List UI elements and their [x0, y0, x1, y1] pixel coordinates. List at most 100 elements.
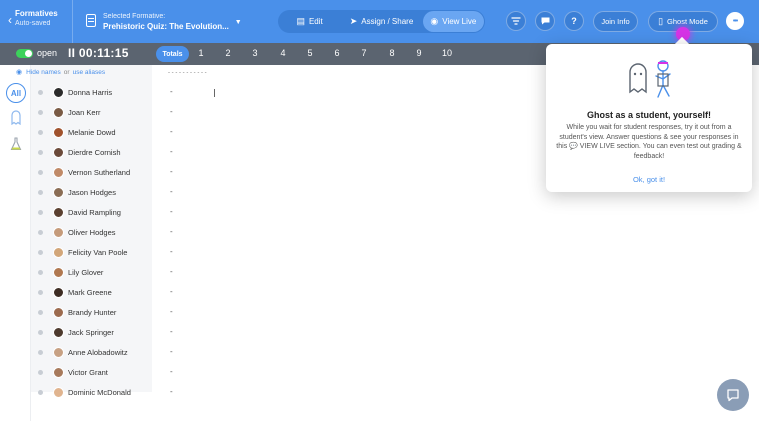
avatar: [53, 246, 64, 258]
avatar: [53, 166, 64, 178]
avatar: [53, 226, 64, 238]
use-aliases-link[interactable]: use aliases: [73, 69, 106, 76]
popup-body: While you wait for student responses, tr…: [556, 124, 742, 160]
open-status-label: open: [37, 48, 58, 58]
autosave-status: Auto-saved: [15, 20, 51, 27]
session-timer[interactable]: II 00:11:15: [68, 46, 129, 60]
student-score[interactable]: -: [170, 347, 173, 356]
student-score[interactable]: -: [170, 227, 173, 236]
student-row[interactable]: David Rampling: [31, 202, 152, 222]
more-icon: •••: [732, 17, 738, 25]
question-tab-3[interactable]: 3: [248, 48, 262, 58]
support-chat-button[interactable]: [717, 379, 749, 411]
question-icon: ?: [571, 16, 577, 26]
student-score[interactable]: -: [170, 167, 173, 176]
status-dot: [38, 89, 43, 95]
student-score[interactable]: -: [170, 367, 173, 376]
student-row[interactable]: Dierdre Cornish: [31, 142, 152, 162]
student-score[interactable]: -: [170, 307, 173, 316]
edit-icon: ▤: [296, 16, 305, 26]
student-row[interactable]: Jason Hodges: [31, 182, 152, 202]
student-name: Victor Grant: [68, 367, 108, 377]
student-score[interactable]: -: [170, 247, 173, 256]
student-row[interactable]: Victor Grant: [31, 362, 152, 382]
student-score[interactable]: -: [170, 127, 173, 136]
student-row[interactable]: Vernon Sutherland: [31, 162, 152, 182]
chat-bubble-icon: [727, 389, 739, 402]
student-name: Felicity Van Poole: [68, 247, 128, 257]
caret-down-icon: ▼: [234, 19, 242, 26]
student-score[interactable]: -: [170, 387, 173, 396]
student-score[interactable]: -: [170, 287, 173, 296]
formative-selector[interactable]: Selected Formative: Prehistoric Quiz: Th…: [86, 12, 242, 32]
student-row[interactable]: Joan Kerr: [31, 102, 152, 122]
filter-all-button[interactable]: All: [6, 83, 26, 103]
tab-edit[interactable]: ▤ Edit: [279, 11, 340, 32]
student-row[interactable]: Lily Glover: [31, 262, 152, 282]
student-score[interactable]: -: [170, 187, 173, 196]
open-toggle[interactable]: [16, 49, 33, 58]
student-row[interactable]: Oliver Hodges: [31, 222, 152, 242]
question-tab-1[interactable]: 1: [194, 48, 208, 58]
question-tab-5[interactable]: 5: [303, 48, 317, 58]
student-name: Brandy Hunter: [68, 307, 117, 317]
student-score[interactable]: -: [170, 267, 173, 276]
popup-title: Ghost as a student, yourself!: [586, 110, 712, 120]
avatar: [53, 266, 64, 278]
student-row[interactable]: Dominic McDonald: [31, 382, 152, 402]
student-score[interactable]: -: [170, 107, 173, 116]
student-name: Donna Harris: [68, 87, 113, 97]
avatar: [53, 386, 64, 398]
student-row[interactable]: Melanie Dowd: [31, 122, 152, 142]
student-score[interactable]: -: [170, 327, 173, 336]
student-name: David Rampling: [68, 207, 121, 217]
more-options-button[interactable]: •••: [726, 12, 744, 30]
document-icon: [86, 14, 96, 27]
formative-label: Selected Formative:: [103, 13, 166, 20]
student-row[interactable]: Felicity Van Poole: [31, 242, 152, 262]
status-dot: [38, 109, 43, 115]
student-score[interactable]: -: [170, 147, 173, 156]
student-row[interactable]: Brandy Hunter: [31, 302, 152, 322]
student-row[interactable]: Anne Alobadowitz: [31, 342, 152, 362]
status-dot: [38, 169, 43, 175]
student-row[interactable]: Jack Springer: [31, 322, 152, 342]
status-dot: [38, 269, 43, 275]
question-tab-10[interactable]: 10: [440, 48, 454, 58]
avatar: [53, 186, 64, 198]
text-cursor: [214, 89, 215, 97]
help-button[interactable]: ?: [564, 11, 584, 31]
chevron-left-icon: ‹: [8, 13, 12, 27]
ghost-mode-label: Ghost Mode: [667, 17, 708, 26]
join-info-button[interactable]: Join Info: [593, 11, 638, 32]
tab-view-live[interactable]: ◉ View Live: [422, 11, 484, 32]
feedback-button[interactable]: [535, 11, 555, 31]
student-score[interactable]: -: [170, 87, 173, 96]
question-tab-8[interactable]: 8: [385, 48, 399, 58]
filter-icon: [511, 17, 521, 25]
totals-tab[interactable]: Totals: [156, 46, 189, 62]
question-tab-9[interactable]: 9: [412, 48, 426, 58]
back-to-formatives-button[interactable]: ‹ Formatives Auto-saved: [8, 9, 58, 28]
status-dot: [38, 229, 43, 235]
header-divider: [72, 0, 73, 43]
status-dot: [38, 309, 43, 315]
send-icon: ➤: [349, 16, 358, 26]
avatar: [53, 286, 64, 298]
student-row[interactable]: Donna Harris: [31, 82, 152, 102]
question-tab-6[interactable]: 6: [330, 48, 344, 58]
hide-names-link[interactable]: Hide names: [26, 69, 61, 76]
status-dot: [38, 369, 43, 375]
question-tab-7[interactable]: 7: [357, 48, 371, 58]
student-score[interactable]: -: [170, 207, 173, 216]
filter-button[interactable]: [506, 11, 526, 31]
tab-assign-share[interactable]: ➤ Assign / Share: [340, 11, 423, 32]
ok-got-it-link[interactable]: Ok, got it!: [546, 175, 752, 184]
status-dot: [38, 389, 43, 395]
student-row[interactable]: Mark Greene: [31, 282, 152, 302]
ghost-student-filter[interactable]: [8, 110, 24, 128]
question-tab-2[interactable]: 2: [221, 48, 235, 58]
name-display-options: ◉ Hide names or use aliases: [16, 68, 106, 77]
question-tab-4[interactable]: 4: [276, 48, 290, 58]
flask-filter[interactable]: [8, 137, 24, 155]
